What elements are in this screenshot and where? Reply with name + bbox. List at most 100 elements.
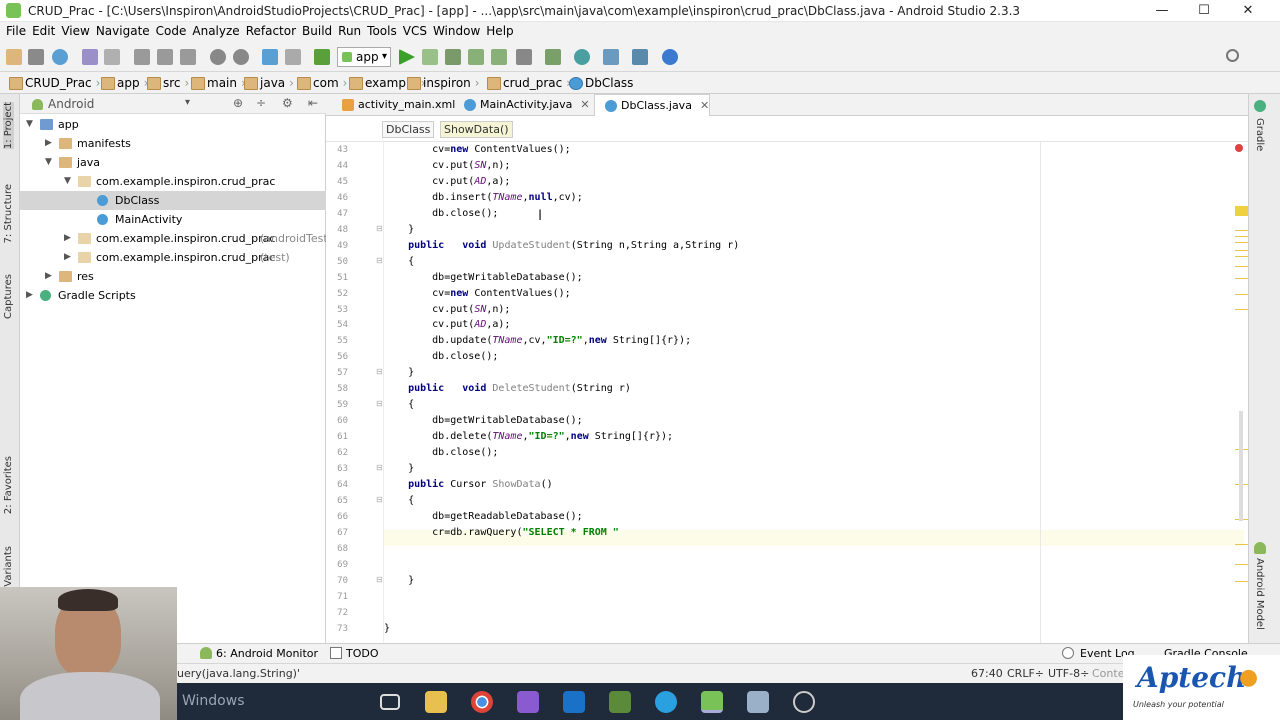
close-tab-icon[interactable]: ✕: [580, 98, 589, 111]
project-tree-item[interactable]: ▼ app: [20, 115, 326, 134]
breadcrumb-item[interactable]: main ›: [190, 74, 246, 92]
breadcrumb-item[interactable]: app ›: [100, 74, 148, 92]
coverage-icon[interactable]: [468, 49, 484, 65]
menu-view[interactable]: View: [55, 22, 89, 38]
menu-tools[interactable]: Tools: [361, 22, 397, 38]
project-tree-item[interactable]: MainActivity: [20, 210, 326, 229]
fold-marker-icon[interactable]: ⊟: [376, 575, 383, 584]
gear-icon[interactable]: ⚙: [282, 96, 293, 110]
code-breadcrumb-class[interactable]: DbClass: [382, 121, 435, 138]
editor-tab[interactable]: MainActivity.java ✕: [454, 94, 590, 116]
menu-build[interactable]: Build: [296, 22, 332, 38]
collapse-all-icon[interactable]: ÷: [256, 96, 266, 110]
run-icon[interactable]: [399, 49, 415, 65]
project-view-select[interactable]: Android: [32, 97, 94, 111]
avd-manager-icon[interactable]: [545, 49, 561, 65]
android-model-tool-tab[interactable]: Android Model: [1254, 558, 1265, 630]
menu-refactor[interactable]: Refactor: [240, 22, 296, 38]
undo-icon[interactable]: [82, 49, 98, 65]
android-model-icon[interactable]: [1254, 542, 1266, 554]
breadcrumb-item[interactable]: src ›: [146, 74, 189, 92]
menu-code[interactable]: Code: [150, 22, 187, 38]
menu-analyze[interactable]: Analyze: [186, 22, 239, 38]
project-tree-item[interactable]: ▼ com.example.inspiron.crud_prac: [20, 172, 326, 191]
search-everywhere-icon[interactable]: [1226, 49, 1239, 62]
fold-marker-icon[interactable]: ⊟: [376, 224, 383, 233]
chevron-down-icon[interactable]: ▾: [185, 97, 190, 108]
project-tree-item[interactable]: ▼ java: [20, 153, 326, 172]
file-encoding[interactable]: UTF-8÷: [1048, 667, 1089, 680]
recorder-icon[interactable]: [793, 691, 815, 713]
cut-icon[interactable]: [134, 49, 150, 65]
apply-changes-icon[interactable]: [422, 49, 438, 65]
fold-marker-icon[interactable]: ⊟: [376, 463, 383, 472]
warning-stripe-mark[interactable]: [1235, 544, 1248, 545]
captures-tool-tab[interactable]: Captures: [3, 274, 14, 319]
task-view-icon[interactable]: [380, 694, 400, 710]
project-tree-item[interactable]: ▶ com.example.inspiron.crud_prac (test): [20, 248, 326, 267]
skype-icon[interactable]: [655, 691, 677, 713]
close-tab-icon[interactable]: ✕: [700, 99, 709, 112]
menu-edit[interactable]: Edit: [26, 22, 55, 38]
open-folder-icon[interactable]: [6, 49, 22, 65]
editor-tab[interactable]: DbClass.java ✕: [594, 94, 711, 116]
todo-tab[interactable]: TODO: [346, 647, 379, 660]
paste-icon[interactable]: [180, 49, 196, 65]
close-button[interactable]: ✕: [1226, 0, 1270, 22]
warning-stripe-mark[interactable]: [1235, 250, 1248, 251]
attach-debugger-icon[interactable]: [491, 49, 507, 65]
code-breadcrumb-method[interactable]: ShowData(): [440, 121, 513, 138]
caret-position[interactable]: 67:40: [971, 667, 1003, 680]
minimize-button[interactable]: —: [1140, 0, 1184, 22]
project-tree-item[interactable]: ▶ res: [20, 267, 326, 286]
chrome-icon[interactable]: [471, 691, 493, 713]
warning-stripe-mark[interactable]: [1235, 242, 1248, 243]
menu-run[interactable]: Run: [332, 22, 361, 38]
save-icon[interactable]: [28, 49, 44, 65]
redo-icon[interactable]: [104, 49, 120, 65]
run-config-select[interactable]: app: [337, 47, 391, 67]
collapse-arrow-icon[interactable]: ▶: [64, 248, 71, 267]
gradle-tool-tab[interactable]: Gradle: [1254, 118, 1265, 151]
sdk-manager-icon[interactable]: [632, 49, 648, 65]
stop-icon[interactable]: [516, 49, 532, 65]
gradle-sync-icon[interactable]: [574, 49, 590, 65]
scroll-from-source-icon[interactable]: ⊕: [233, 96, 243, 110]
project-tree-item[interactable]: ▶ manifests: [20, 134, 326, 153]
collapse-arrow-icon[interactable]: ▶: [26, 286, 33, 305]
warning-stripe-mark[interactable]: [1235, 256, 1248, 257]
app-icon[interactable]: [609, 691, 631, 713]
replace-icon[interactable]: [233, 49, 249, 65]
fold-marker-icon[interactable]: ⊟: [376, 256, 383, 265]
expand-arrow-icon[interactable]: ▼: [26, 115, 33, 134]
maximize-button[interactable]: ☐: [1182, 0, 1226, 22]
breadcrumb-item[interactable]: inspiron ›: [406, 74, 480, 92]
sync-icon[interactable]: [52, 49, 68, 65]
project-tree-item[interactable]: ▶ Gradle Scripts: [20, 286, 326, 305]
collapse-arrow-icon[interactable]: ▶: [64, 229, 71, 248]
fold-marker-icon[interactable]: ⊟: [376, 367, 383, 376]
breadcrumb-item[interactable]: com ›: [296, 74, 347, 92]
back-icon[interactable]: [262, 49, 278, 65]
line-separator[interactable]: CRLF÷: [1007, 667, 1044, 680]
breadcrumb-item[interactable]: DbClass: [568, 74, 633, 92]
gradle-icon[interactable]: [1254, 100, 1266, 112]
warning-stripe-mark[interactable]: [1235, 309, 1248, 310]
warning-stripe-mark[interactable]: [1235, 581, 1248, 582]
android-studio-taskbar-icon[interactable]: [701, 691, 723, 713]
copy-icon[interactable]: [157, 49, 173, 65]
make-project-icon[interactable]: [314, 49, 330, 65]
warning-stripe-mark[interactable]: [1235, 230, 1248, 231]
project-tree-item[interactable]: DbClass: [20, 191, 326, 210]
breadcrumb-item[interactable]: java ›: [243, 74, 294, 92]
visual-studio-icon[interactable]: [517, 691, 539, 713]
forward-icon[interactable]: [285, 49, 301, 65]
menu-help[interactable]: Help: [480, 22, 513, 38]
expand-arrow-icon[interactable]: ▼: [64, 172, 71, 191]
project-tree-item[interactable]: ▶ com.example.inspiron.crud_prac (androidT…: [20, 229, 332, 248]
warning-stripe-mark[interactable]: [1235, 278, 1248, 279]
collapse-arrow-icon[interactable]: ▶: [45, 267, 52, 286]
file-explorer-icon[interactable]: [425, 691, 447, 713]
structure-tool-tab[interactable]: 7: Structure: [3, 184, 14, 243]
menu-window[interactable]: Window: [427, 22, 480, 38]
